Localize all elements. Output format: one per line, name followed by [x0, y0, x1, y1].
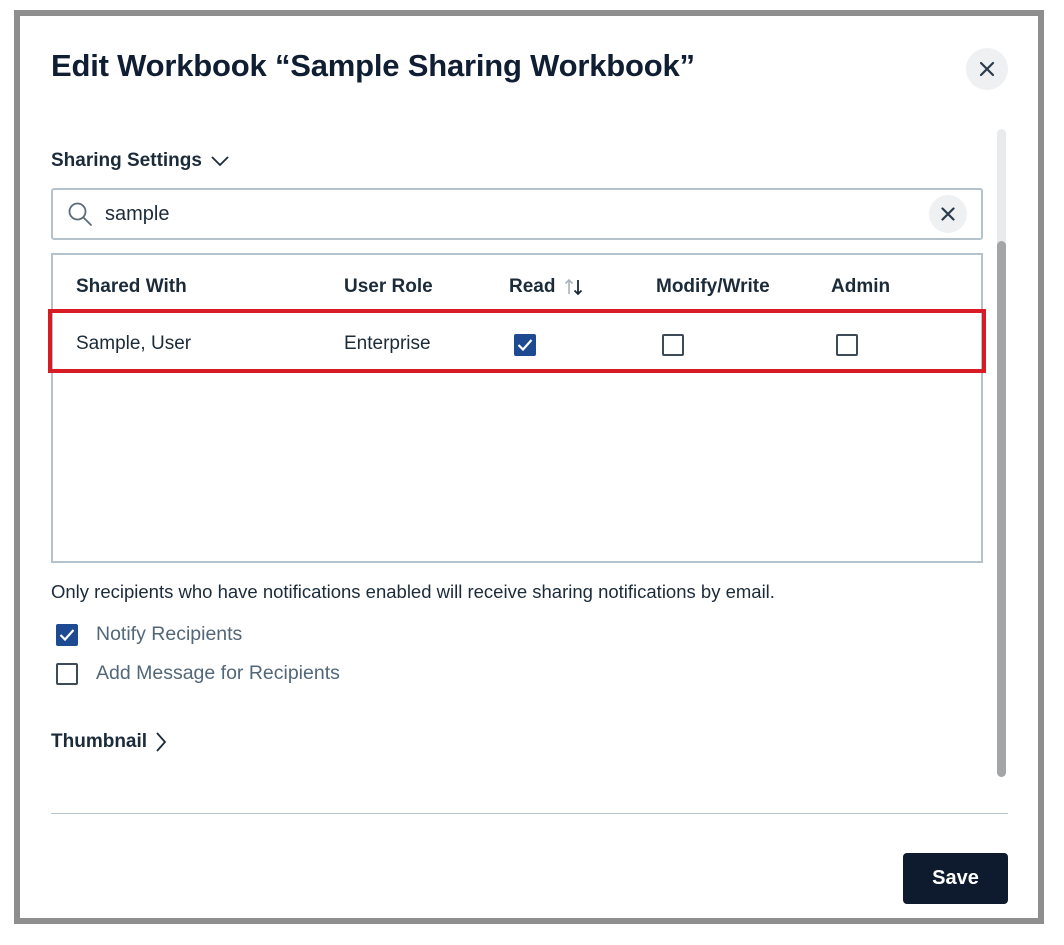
column-header-read-label: Read: [509, 276, 556, 297]
column-header-user-role[interactable]: User Role: [344, 276, 433, 298]
close-icon: [979, 61, 995, 77]
read-checkbox[interactable]: [514, 334, 536, 356]
column-header-admin[interactable]: Admin: [831, 276, 890, 298]
search-box: [51, 188, 983, 240]
thumbnail-toggle[interactable]: Thumbnail: [51, 731, 167, 753]
notification-note: Only recipients who have notifications e…: [51, 581, 775, 602]
clear-icon: [941, 207, 955, 221]
edit-workbook-dialog: Edit Workbook “Sample Sharing Workbook” …: [20, 16, 1038, 918]
footer-divider: [51, 813, 1008, 814]
cell-shared-with: Sample, User: [76, 333, 192, 354]
close-button[interactable]: [966, 48, 1008, 90]
clear-search-button[interactable]: [929, 195, 967, 233]
thumbnail-label: Thumbnail: [51, 731, 148, 752]
sharing-settings-toggle[interactable]: Sharing Settings: [51, 150, 230, 172]
notify-recipients-checkbox[interactable]: [56, 623, 78, 646]
notify-recipients-label: Notify Recipients: [96, 623, 243, 645]
chevron-right-icon: [156, 732, 167, 752]
scrollbar-thumb[interactable]: [997, 241, 1006, 777]
add-message-label: Add Message for Recipients: [96, 662, 340, 684]
modify-write-checkbox[interactable]: [662, 334, 684, 356]
sharing-settings-label: Sharing Settings: [51, 150, 202, 171]
column-header-modify-write[interactable]: Modify/Write: [656, 276, 770, 298]
screenshot-frame: Edit Workbook “Sample Sharing Workbook” …: [14, 10, 1044, 924]
search-icon: [67, 201, 93, 227]
search-input[interactable]: [105, 202, 905, 226]
dialog-title: Edit Workbook “Sample Sharing Workbook”: [51, 48, 695, 83]
cell-user-role: Enterprise: [344, 333, 431, 354]
admin-checkbox[interactable]: [836, 334, 858, 356]
chevron-down-icon: [211, 156, 229, 167]
column-header-read[interactable]: Read: [509, 276, 585, 298]
add-message-checkbox[interactable]: [56, 662, 78, 685]
column-header-shared-with[interactable]: Shared With: [76, 276, 187, 298]
dialog-scrollbar[interactable]: [997, 129, 1006, 777]
sort-icon[interactable]: [563, 277, 585, 297]
checkmark-icon: [517, 339, 533, 352]
add-message-option[interactable]: Add Message for Recipients: [56, 662, 340, 685]
save-button[interactable]: Save: [903, 853, 1008, 904]
checkmark-icon: [59, 628, 75, 641]
shared-with-table: Shared With User Role Read Modify/Write …: [48, 253, 986, 563]
notify-recipients-option[interactable]: Notify Recipients: [56, 623, 242, 646]
